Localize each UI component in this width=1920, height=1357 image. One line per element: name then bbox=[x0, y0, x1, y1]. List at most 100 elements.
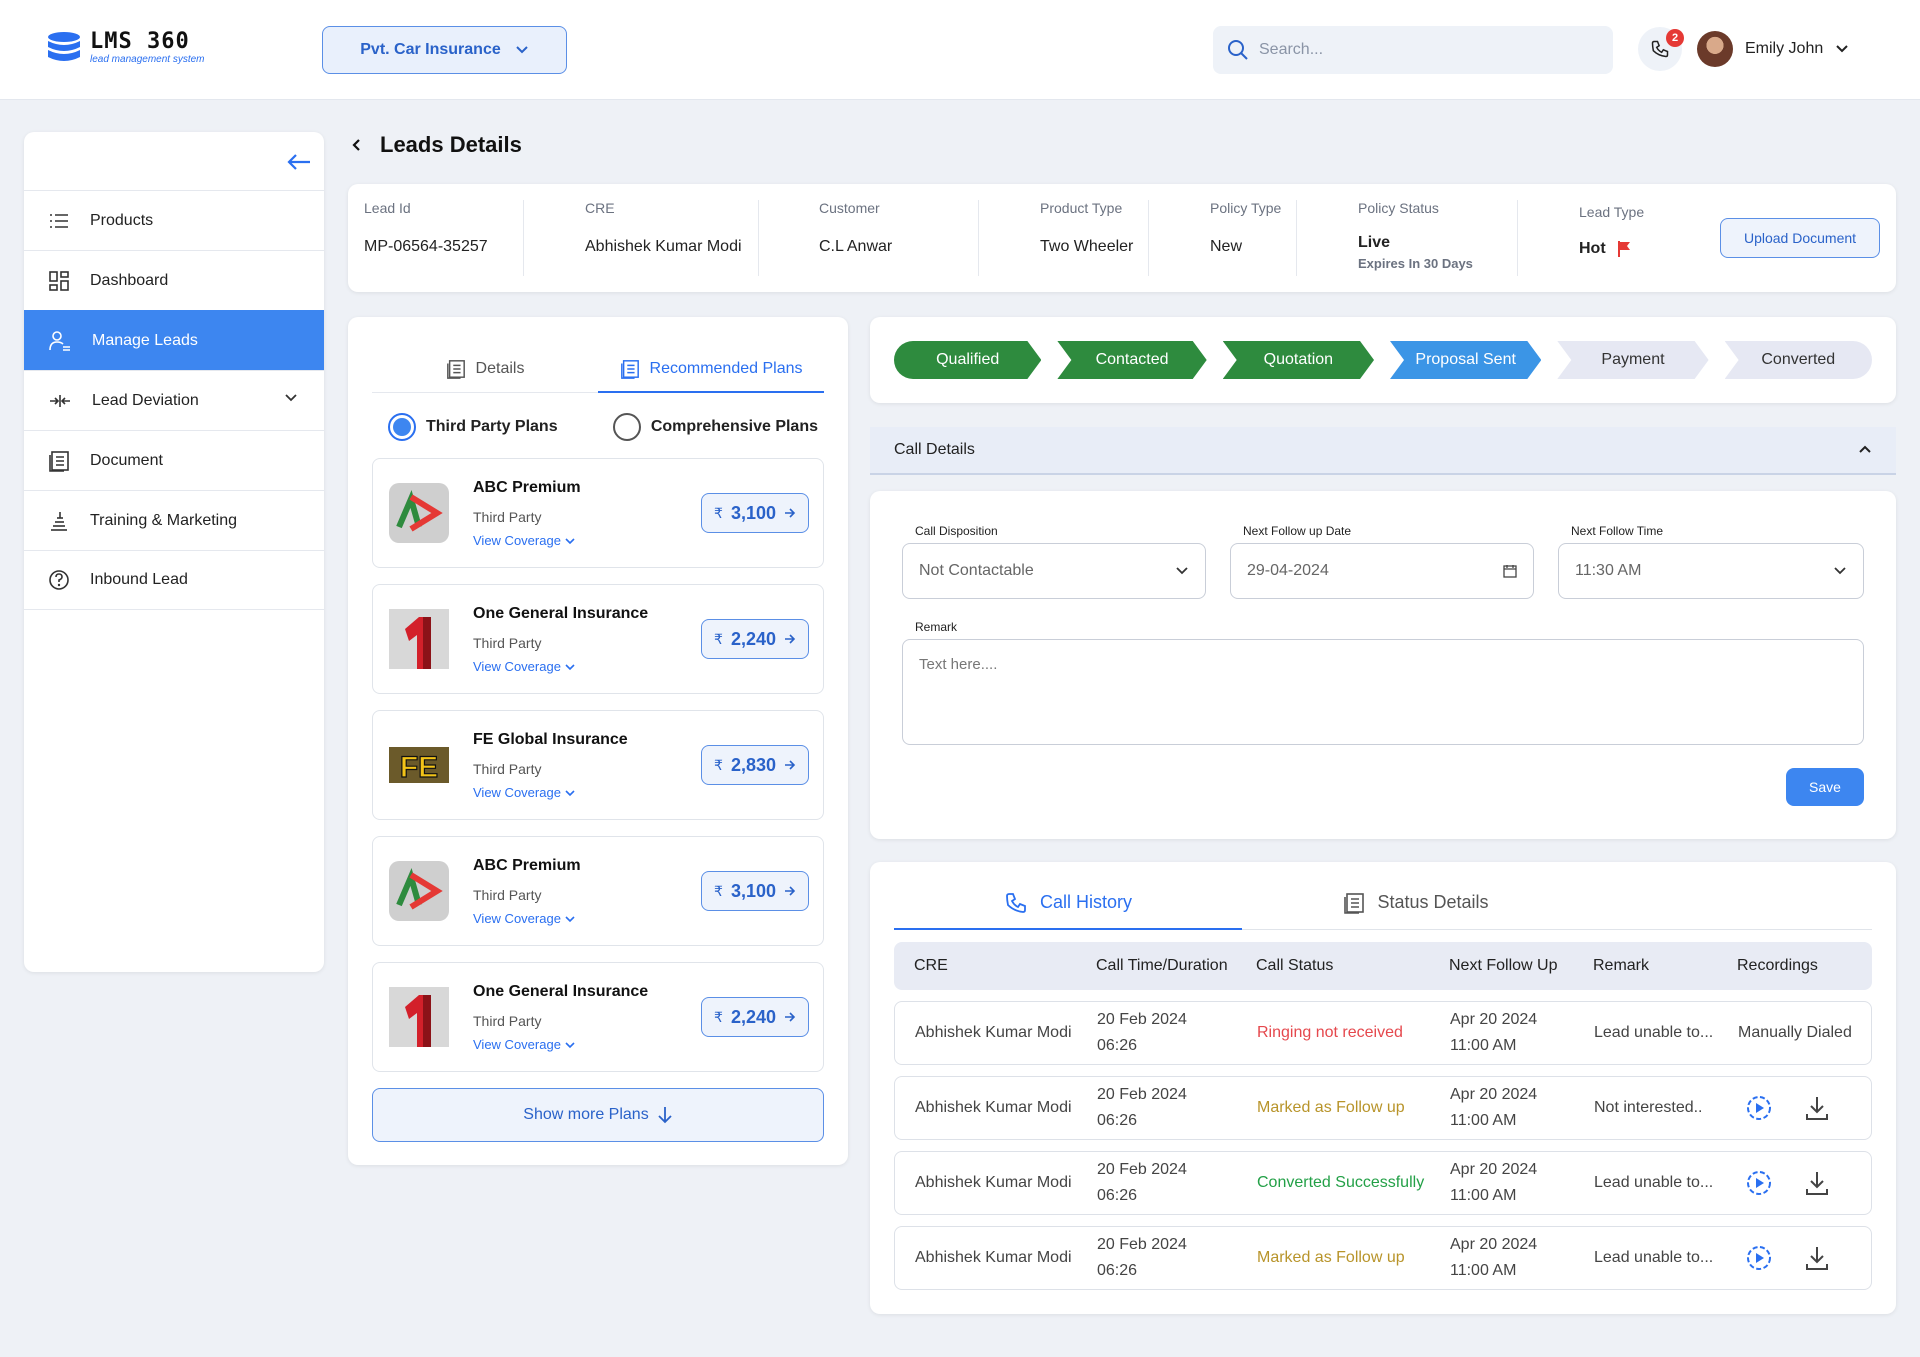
search-box[interactable] bbox=[1213, 26, 1613, 74]
tab-details[interactable]: Details bbox=[372, 355, 598, 392]
tab-status-details[interactable]: Status Details bbox=[1242, 884, 1590, 929]
step-payment[interactable]: Payment bbox=[1557, 341, 1708, 379]
chevron-down-icon bbox=[565, 789, 575, 796]
plan-card: ABC Premium Third Party View Coverage ₹3… bbox=[372, 458, 824, 568]
page-title-text: Leads Details bbox=[380, 132, 522, 157]
radio-label: Third Party Plans bbox=[426, 418, 558, 435]
policy-expiry-note: Expires In 30 Days bbox=[1358, 256, 1473, 271]
column-header: Call Status bbox=[1256, 957, 1334, 974]
sidebar-item-document[interactable]: Document bbox=[24, 430, 324, 490]
tab-recommended-plans[interactable]: Recommended Plans bbox=[598, 355, 824, 393]
play-icon[interactable] bbox=[1745, 1094, 1773, 1122]
plan-type-radios: Third Party Plans Comprehensive Plans bbox=[388, 413, 818, 441]
calendar-icon bbox=[1503, 565, 1517, 578]
plan-price-button[interactable]: ₹2,240 bbox=[701, 997, 809, 1037]
search-input[interactable] bbox=[1259, 41, 1599, 59]
product-dropdown[interactable]: Pvt. Car Insurance bbox=[322, 26, 567, 74]
play-icon[interactable] bbox=[1745, 1244, 1773, 1272]
plan-price-button[interactable]: ₹2,830 bbox=[701, 745, 809, 785]
rupee-symbol: ₹ bbox=[714, 882, 723, 899]
sidebar-item-products[interactable]: Products bbox=[24, 190, 324, 250]
abc-logo-icon bbox=[389, 483, 449, 543]
logo-tagline: lead management system bbox=[90, 54, 205, 65]
back-chevron-icon[interactable] bbox=[352, 138, 362, 152]
view-coverage-link[interactable]: View Coverage bbox=[473, 911, 575, 926]
call-notification-button[interactable]: 2 bbox=[1638, 27, 1684, 71]
followup-time: 11:00 AM bbox=[1450, 1037, 1517, 1054]
sidebar-item-label: Manage Leads bbox=[92, 331, 198, 349]
field-value: Live bbox=[1358, 234, 1391, 251]
call-date: 20 Feb 2024 bbox=[1097, 1236, 1187, 1253]
plan-card: One General Insurance Third Party View C… bbox=[372, 962, 824, 1072]
view-coverage-link[interactable]: View Coverage bbox=[473, 659, 575, 674]
select-value: 11:30 AM bbox=[1575, 562, 1642, 579]
chevron-down-icon bbox=[565, 915, 575, 922]
download-icon[interactable] bbox=[1803, 1169, 1831, 1197]
cre-cell: Abhishek Kumar Modi bbox=[915, 1024, 1072, 1041]
followup-date: Apr 20 2024 bbox=[1450, 1236, 1538, 1253]
call-disposition-select[interactable]: Not Contactable bbox=[902, 543, 1206, 599]
field-label: Next Follow up Date bbox=[1243, 524, 1352, 538]
sidebar-item-manage-leads[interactable]: Manage Leads bbox=[24, 310, 324, 370]
step-qualified[interactable]: Qualified bbox=[894, 341, 1041, 379]
plan-name: One General Insurance bbox=[473, 605, 649, 622]
plan-name: ABC Premium bbox=[473, 479, 581, 496]
radio-comprehensive-plans[interactable]: Comprehensive Plans bbox=[612, 413, 818, 441]
arrow-left-icon bbox=[287, 154, 310, 170]
download-icon[interactable] bbox=[1803, 1244, 1831, 1272]
rupee-symbol: ₹ bbox=[714, 504, 723, 521]
next-followup-time-select[interactable]: 11:30 AM bbox=[1558, 543, 1864, 599]
followup-date: Apr 20 2024 bbox=[1450, 1161, 1538, 1178]
history-table-header: CRE Call Time/Duration Call Status Next … bbox=[894, 942, 1872, 990]
chevron-down-icon[interactable] bbox=[284, 393, 298, 403]
radio-third-party-plans[interactable]: Third Party Plans bbox=[388, 413, 558, 441]
step-converted[interactable]: Converted bbox=[1724, 341, 1872, 379]
lead-stage-stepper: Qualified Contacted Quotation Proposal S… bbox=[894, 341, 1872, 379]
tab-label: Call History bbox=[1039, 892, 1132, 912]
call-date: 20 Feb 2024 bbox=[1097, 1011, 1187, 1028]
call-duration: 06:26 bbox=[1097, 1262, 1138, 1279]
help-icon bbox=[49, 570, 69, 590]
call-status-cell: Converted Successfully bbox=[1257, 1174, 1425, 1191]
call-status-cell: Ringing not received bbox=[1257, 1024, 1403, 1041]
plan-price-button[interactable]: ₹3,100 bbox=[701, 871, 809, 911]
chevron-up-icon[interactable] bbox=[1858, 444, 1872, 454]
step-proposal-sent[interactable]: Proposal Sent bbox=[1390, 341, 1541, 379]
arrow-right-icon bbox=[784, 1012, 796, 1022]
show-more-plans-button[interactable]: Show more Plans bbox=[372, 1088, 824, 1142]
tab-call-history[interactable]: Call History bbox=[894, 884, 1242, 930]
view-coverage-link[interactable]: View Coverage bbox=[473, 533, 575, 548]
plan-name: One General Insurance bbox=[473, 983, 649, 1000]
recording-cell bbox=[1745, 1152, 1831, 1214]
sidebar-item-lead-deviation[interactable]: Lead Deviation bbox=[24, 370, 324, 430]
step-quotation[interactable]: Quotation bbox=[1223, 341, 1374, 379]
call-duration: 06:26 bbox=[1097, 1112, 1138, 1129]
sidebar-item-label: Document bbox=[90, 451, 163, 469]
fe-global-logo-icon: FE bbox=[389, 747, 449, 785]
plan-price-button[interactable]: ₹2,240 bbox=[701, 619, 809, 659]
next-followup-date-field[interactable]: 29-04-2024 bbox=[1230, 543, 1534, 599]
sidebar-item-training-marketing[interactable]: Training & Marketing bbox=[24, 490, 324, 550]
notification-badge: 2 bbox=[1666, 29, 1684, 47]
user-menu[interactable]: Emily John bbox=[1697, 31, 1849, 67]
sidebar-item-dashboard[interactable]: Dashboard bbox=[24, 250, 324, 310]
field-label: Lead Type bbox=[1579, 204, 1645, 220]
call-details-header[interactable]: Call Details bbox=[870, 427, 1896, 475]
sidebar-item-inbound-lead[interactable]: Inbound Lead bbox=[24, 550, 324, 610]
step-contacted[interactable]: Contacted bbox=[1057, 341, 1206, 379]
download-icon[interactable] bbox=[1803, 1094, 1831, 1122]
product-type-field: Product Type Two Wheeler bbox=[1040, 200, 1133, 276]
app-logo[interactable]: LMS 360 lead management system bbox=[46, 30, 205, 66]
tab-label: Recommended Plans bbox=[649, 359, 803, 377]
chevron-down-icon bbox=[565, 1041, 575, 1048]
plans-panel: Details Recommended Plans Third Party Pl… bbox=[348, 317, 848, 1165]
play-icon[interactable] bbox=[1745, 1169, 1773, 1197]
collapse-sidebar-button[interactable] bbox=[286, 152, 312, 172]
plan-price-button[interactable]: ₹3,100 bbox=[701, 493, 809, 533]
save-button[interactable]: Save bbox=[1786, 768, 1864, 806]
upload-document-button[interactable]: Upload Document bbox=[1720, 218, 1880, 258]
view-coverage-link[interactable]: View Coverage bbox=[473, 785, 575, 800]
field-value: Hot bbox=[1579, 240, 1606, 257]
remark-textarea[interactable] bbox=[902, 639, 1864, 745]
view-coverage-link[interactable]: View Coverage bbox=[473, 1037, 575, 1052]
